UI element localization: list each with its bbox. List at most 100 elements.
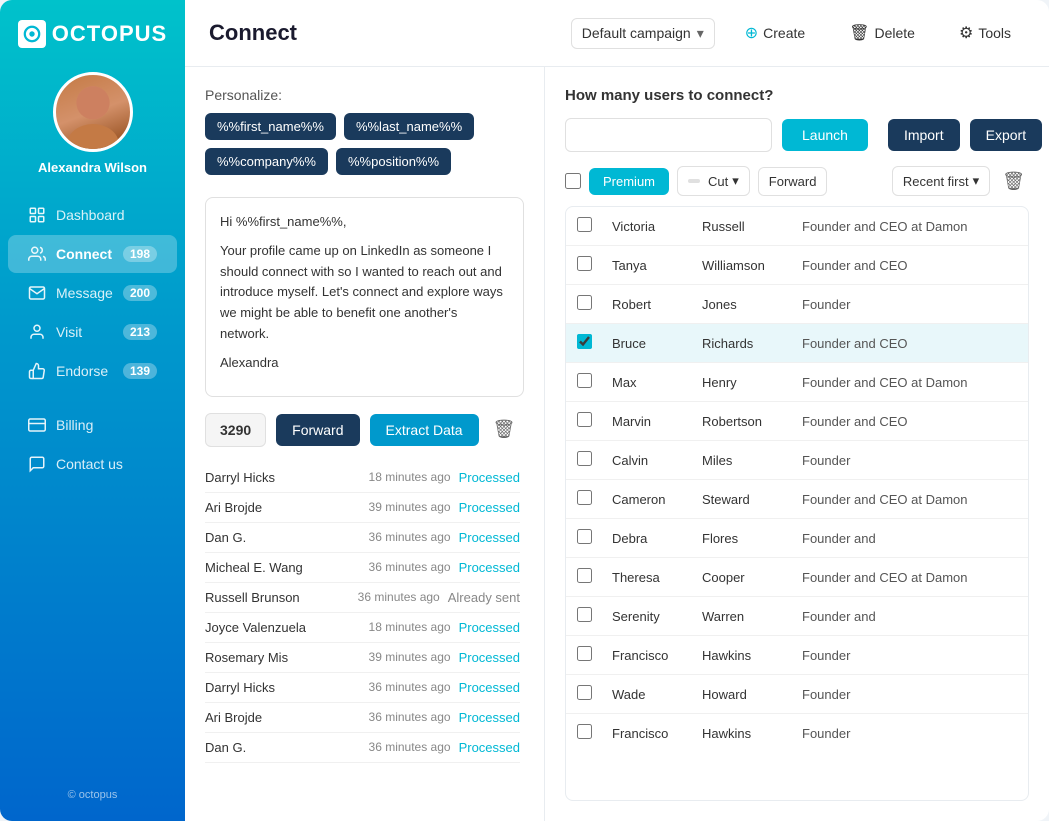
- message-box[interactable]: Hi %%first_name%%, Your profile came up …: [205, 197, 524, 397]
- log-item: Darryl Hicks 36 minutes ago Processed: [205, 673, 520, 703]
- create-button[interactable]: ⊕ Create: [731, 16, 819, 50]
- row-checkbox[interactable]: [577, 256, 592, 271]
- table-row: Marvin Robertson Founder and CEO: [566, 402, 1028, 441]
- forward-button[interactable]: Forward: [276, 414, 359, 446]
- campaign-selector[interactable]: Default campaign ▾: [571, 18, 715, 49]
- row-checkbox-cell[interactable]: [566, 519, 602, 558]
- sidebar-item-label-endorse: Endorse: [56, 363, 108, 379]
- sidebar-item-connect[interactable]: Connect 198: [8, 235, 177, 273]
- log-status: Processed: [459, 470, 520, 485]
- row-checkbox-cell[interactable]: [566, 324, 602, 363]
- main-panel: Connect Default campaign ▾ ⊕ Create 🗑 De…: [185, 0, 1049, 821]
- row-checkbox-cell[interactable]: [566, 597, 602, 636]
- user-last-name: Jones: [692, 285, 792, 324]
- user-title: Founder: [792, 636, 1028, 675]
- campaign-label: Default campaign: [582, 25, 691, 41]
- row-checkbox[interactable]: [577, 568, 592, 583]
- row-checkbox[interactable]: [577, 451, 592, 466]
- row-checkbox[interactable]: [577, 334, 592, 349]
- row-checkbox[interactable]: [577, 529, 592, 544]
- cut-filter-button[interactable]: Cut ▾: [677, 166, 750, 196]
- topbar: Connect Default campaign ▾ ⊕ Create 🗑 De…: [185, 0, 1049, 67]
- row-checkbox[interactable]: [577, 295, 592, 310]
- nav-list: Dashboard Connect 198 Message 200 Visit …: [0, 195, 185, 484]
- dashboard-icon: [28, 206, 46, 224]
- delete-log-button[interactable]: 🗑: [489, 415, 520, 444]
- import-button[interactable]: Import: [888, 119, 960, 151]
- logo-icon: [18, 20, 46, 48]
- row-checkbox-cell[interactable]: [566, 207, 602, 246]
- tools-label: Tools: [978, 25, 1011, 41]
- sidebar-item-dashboard[interactable]: Dashboard: [8, 196, 177, 234]
- filter-bar: Premium Cut ▾ Forward Recent first ▾ 🗑: [565, 166, 1029, 196]
- row-checkbox-cell[interactable]: [566, 441, 602, 480]
- row-checkbox[interactable]: [577, 217, 592, 232]
- sidebar-item-message[interactable]: Message 200: [8, 274, 177, 312]
- export-button[interactable]: Export: [970, 119, 1042, 151]
- premium-filter-button[interactable]: Premium: [589, 168, 669, 195]
- row-checkbox-cell[interactable]: [566, 402, 602, 441]
- right-panel: How many users to connect? Launch Import…: [545, 67, 1049, 821]
- tag-position[interactable]: %%position%%: [336, 148, 451, 175]
- tools-button[interactable]: ⚙ Tools: [945, 16, 1025, 50]
- row-checkbox[interactable]: [577, 724, 592, 739]
- log-name: Darryl Hicks: [205, 470, 361, 485]
- user-first-name: Wade: [602, 675, 692, 714]
- row-checkbox-cell[interactable]: [566, 363, 602, 402]
- user-title: Founder: [792, 714, 1028, 753]
- message-icon: [28, 284, 46, 302]
- user-count-input[interactable]: [565, 118, 772, 152]
- log-time: 36 minutes ago: [369, 710, 451, 724]
- log-name: Joyce Valenzuela: [205, 620, 361, 635]
- row-checkbox-cell[interactable]: [566, 675, 602, 714]
- row-checkbox-cell[interactable]: [566, 246, 602, 285]
- delete-button[interactable]: 🗑 Delete: [835, 16, 929, 50]
- table-row: Theresa Cooper Founder and CEO at Damon: [566, 558, 1028, 597]
- log-item: Joyce Valenzuela 18 minutes ago Processe…: [205, 613, 520, 643]
- user-last-name: Flores: [692, 519, 792, 558]
- sidebar-item-contact[interactable]: Contact us: [8, 445, 177, 483]
- count-display: 3290: [205, 413, 266, 447]
- tag-last-name[interactable]: %%last_name%%: [344, 113, 474, 140]
- tag-company[interactable]: %%company%%: [205, 148, 328, 175]
- delete-filter-button[interactable]: 🗑: [998, 167, 1029, 196]
- table-row: Max Henry Founder and CEO at Damon: [566, 363, 1028, 402]
- log-status: Already sent: [448, 590, 520, 605]
- select-all-checkbox[interactable]: [565, 173, 581, 189]
- row-checkbox[interactable]: [577, 412, 592, 427]
- tools-icon: ⚙: [959, 23, 973, 43]
- row-checkbox-cell[interactable]: [566, 480, 602, 519]
- log-name: Ari Brojde: [205, 500, 361, 515]
- user-last-name: Richards: [692, 324, 792, 363]
- sidebar-item-billing[interactable]: Billing: [8, 406, 177, 444]
- recent-sort-button[interactable]: Recent first ▾: [892, 166, 990, 196]
- user-first-name: Theresa: [602, 558, 692, 597]
- row-checkbox[interactable]: [577, 607, 592, 622]
- extract-button[interactable]: Extract Data: [370, 414, 479, 446]
- message-badge: 200: [123, 285, 157, 301]
- row-checkbox[interactable]: [577, 373, 592, 388]
- left-panel: Personalize: %%first_name%% %%last_name%…: [185, 67, 545, 821]
- forward-filter-button[interactable]: Forward: [758, 167, 828, 196]
- sidebar: OCTOPUS Alexandra Wilson Dashboard Conne…: [0, 0, 185, 821]
- row-checkbox[interactable]: [577, 685, 592, 700]
- row-checkbox-cell[interactable]: [566, 285, 602, 324]
- row-checkbox-cell[interactable]: [566, 714, 602, 753]
- user-last-name: Hawkins: [692, 714, 792, 753]
- row-checkbox-cell[interactable]: [566, 558, 602, 597]
- user-title: Founder and CEO at Damon: [792, 480, 1028, 519]
- log-status: Processed: [459, 680, 520, 695]
- row-checkbox-cell[interactable]: [566, 636, 602, 675]
- launch-button[interactable]: Launch: [782, 119, 868, 151]
- row-checkbox[interactable]: [577, 646, 592, 661]
- row-checkbox[interactable]: [577, 490, 592, 505]
- tag-first-name[interactable]: %%first_name%%: [205, 113, 336, 140]
- log-status: Processed: [459, 620, 520, 635]
- users-table: Victoria Russell Founder and CEO at Damo…: [566, 207, 1028, 752]
- sidebar-item-endorse[interactable]: Endorse 139: [8, 352, 177, 390]
- user-title: Founder and CEO: [792, 246, 1028, 285]
- sidebar-item-visit[interactable]: Visit 213: [8, 313, 177, 351]
- user-first-name: Bruce: [602, 324, 692, 363]
- visit-icon: [28, 323, 46, 341]
- endorse-badge: 139: [123, 363, 157, 379]
